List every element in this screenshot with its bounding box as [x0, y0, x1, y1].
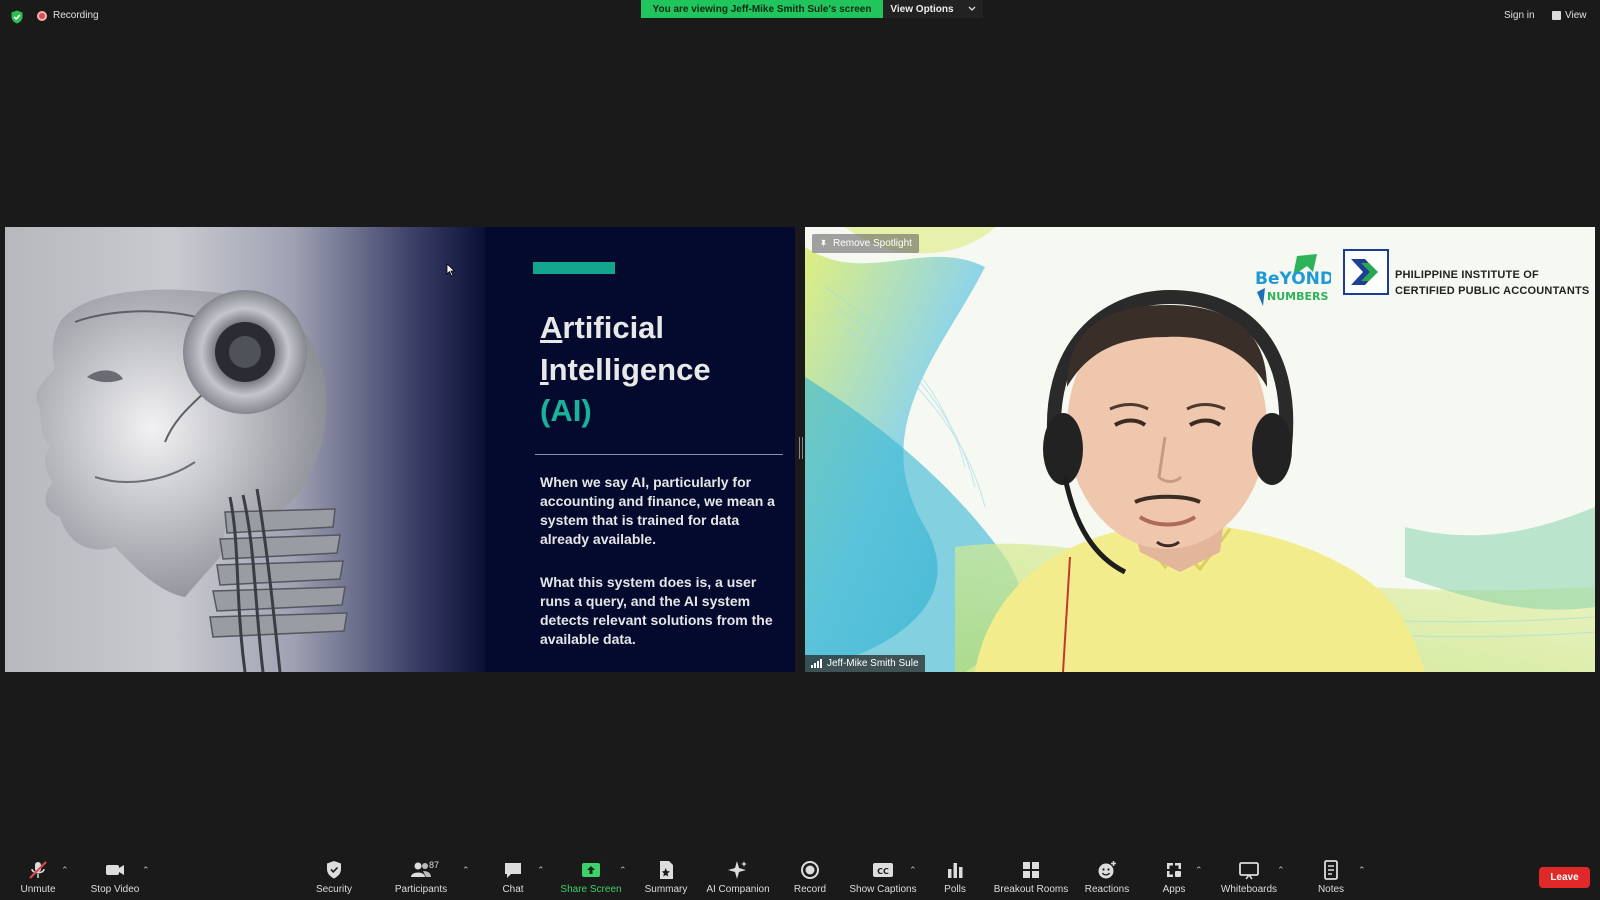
slide-divider — [535, 454, 783, 455]
ai-sparkle-icon — [727, 860, 749, 880]
polls-button[interactable]: Polls — [915, 860, 995, 895]
shield-check-icon[interactable] — [10, 10, 24, 24]
slide-paragraph-1: When we say AI, particularly for account… — [540, 474, 775, 547]
summary-button[interactable]: Summary — [626, 860, 706, 895]
picpa-logo — [1343, 249, 1389, 295]
view-options-label: View Options — [890, 3, 954, 15]
whiteboard-icon — [1238, 860, 1260, 880]
video-camera-icon — [104, 860, 126, 880]
participants-options-chevron-icon[interactable]: ⌃ — [462, 865, 470, 876]
participants-icon: 87 — [410, 860, 439, 880]
view-label: View — [1565, 10, 1587, 21]
robot-head-image — [36, 289, 348, 672]
chat-bubble-icon — [502, 860, 524, 880]
slide-title: Artificial Intelligence — [540, 307, 780, 391]
participants-button[interactable]: 87 Participants — [381, 860, 461, 895]
title-word-artificial: rtificial — [562, 310, 665, 345]
svg-text:BeYOND: BeYOND — [1255, 269, 1331, 289]
audio-options-chevron-icon[interactable]: ⌃ — [61, 865, 69, 876]
participant-name-tag: Jeff-Mike Smith Sule — [805, 655, 925, 672]
show-captions-label: Show Captions — [849, 884, 917, 895]
whiteboards-options-chevron-icon[interactable]: ⌃ — [1277, 865, 1285, 876]
slide-accent-bar — [533, 262, 615, 274]
video-options-chevron-icon[interactable]: ⌃ — [142, 865, 150, 876]
recording-indicator[interactable]: Recording — [37, 10, 99, 21]
notes-options-chevron-icon[interactable]: ⌃ — [1358, 865, 1366, 876]
beyond-numbers-logo: BeYOND NUMBERS — [1255, 254, 1331, 306]
svg-text:NUMBERS: NUMBERS — [1267, 290, 1328, 303]
summary-document-icon — [655, 860, 677, 880]
signal-strength-icon — [811, 659, 822, 668]
view-options-button[interactable]: View Options — [883, 0, 983, 18]
picpa-chevron-icon — [1351, 259, 1378, 285]
slide-title-ai: (AI) — [540, 393, 592, 428]
closed-captions-icon: CC — [872, 860, 894, 880]
notes-icon — [1320, 860, 1342, 880]
polls-bar-chart-icon — [944, 860, 966, 880]
top-bar: Recording You are viewing Jeff-Mike Smit… — [0, 0, 1600, 34]
chat-label: Chat — [502, 884, 524, 895]
title-initial-i: I — [540, 352, 549, 387]
slide-paragraph-2: What this system does is, a user runs a … — [540, 574, 773, 647]
whiteboards-label: Whiteboards — [1220, 884, 1278, 895]
recording-label: Recording — [53, 10, 99, 21]
security-label: Security — [315, 884, 353, 895]
picpa-name: PHILIPPINE INSTITUTE OF CERTIFIED PUBLIC… — [1395, 267, 1589, 299]
summary-label: Summary — [644, 884, 688, 895]
view-layout-icon — [1552, 11, 1561, 20]
meeting-toolbar: Unmute ⌃ Stop Video ⌃ Security 87 Partic… — [0, 848, 1600, 900]
share-screen-icon — [580, 860, 602, 880]
breakout-rooms-grid-icon — [1020, 860, 1042, 880]
breakout-rooms-button[interactable]: Breakout Rooms — [991, 860, 1071, 895]
ai-companion-label: AI Companion — [706, 884, 770, 895]
reactions-label: Reactions — [1084, 884, 1130, 895]
stop-video-label: Stop Video — [90, 884, 140, 895]
picpa-line-1: PHILIPPINE INSTITUTE OF — [1395, 269, 1539, 281]
reactions-smiley-icon — [1096, 860, 1118, 880]
participants-count: 87 — [429, 860, 440, 870]
leave-button[interactable]: Leave — [1539, 867, 1590, 888]
microphone-muted-icon — [27, 860, 49, 880]
security-shield-icon — [323, 860, 345, 880]
record-button[interactable]: Record — [770, 860, 850, 895]
viewing-screen-banner: You are viewing Jeff-Mike Smith Sule's s… — [641, 0, 883, 18]
apps-icon — [1163, 860, 1185, 880]
apps-label: Apps — [1162, 884, 1186, 895]
robot-illustration — [5, 227, 485, 672]
svg-text:CC: CC — [877, 867, 889, 876]
unmute-label: Unmute — [20, 884, 56, 895]
record-label: Record — [793, 884, 827, 895]
polls-label: Polls — [944, 884, 966, 895]
title-initial-a: A — [540, 310, 563, 345]
ai-companion-button[interactable]: AI Companion — [698, 860, 778, 895]
speaker-video-tile[interactable]: Remove Spotlight BeYOND NUMBERS PHILIPPI… — [805, 227, 1595, 672]
apps-options-chevron-icon[interactable]: ⌃ — [1195, 865, 1203, 876]
chevron-down-icon — [968, 6, 976, 11]
share-screen-label: Share Screen — [560, 884, 622, 895]
pin-icon — [820, 239, 827, 248]
participants-label: Participants — [394, 884, 448, 895]
picpa-line-2: CERTIFIED PUBLIC ACCOUNTANTS — [1395, 285, 1590, 297]
chat-options-chevron-icon[interactable]: ⌃ — [537, 865, 545, 876]
record-icon — [799, 860, 821, 880]
breakout-rooms-label: Breakout Rooms — [993, 884, 1069, 895]
shared-screen[interactable]: Artificial Intelligence (AI) When we say… — [5, 227, 795, 672]
view-button[interactable]: View — [1552, 10, 1587, 21]
security-button[interactable]: Security — [294, 860, 374, 895]
recording-dot-icon — [37, 10, 47, 21]
participant-name: Jeff-Mike Smith Sule — [827, 658, 919, 669]
notes-label: Notes — [1317, 884, 1345, 895]
split-resize-handle[interactable] — [799, 437, 803, 459]
mouse-cursor-icon — [446, 263, 456, 277]
remove-spotlight-button[interactable]: Remove Spotlight — [812, 234, 919, 253]
remove-spotlight-label: Remove Spotlight — [833, 238, 912, 249]
title-word-intelligence: ntelligence — [548, 352, 711, 387]
sign-in-link[interactable]: Sign in — [1504, 10, 1535, 21]
